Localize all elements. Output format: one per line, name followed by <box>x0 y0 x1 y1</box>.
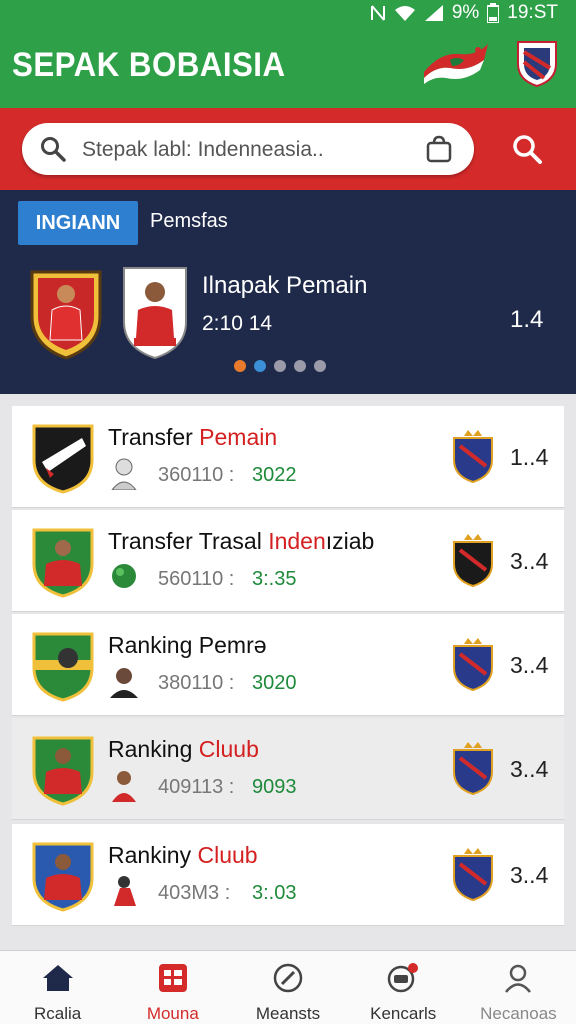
list-item-title: Rankiny Cluub <box>108 842 258 869</box>
notifications-icon <box>387 963 419 998</box>
featured-banner[interactable]: INGIANN Pemsfas Ilnapak Pemain 2:10 14 1… <box>0 190 576 394</box>
title-text: Rankiny <box>108 842 198 868</box>
list-item[interactable]: Ranking Cluub 409113 : 9093 3..4 <box>12 718 564 820</box>
nfc-icon <box>370 4 386 22</box>
list-item-score: 3..4 <box>510 862 549 888</box>
title-tail: ıziab <box>325 528 375 554</box>
featured-score: 1.4 <box>510 306 544 333</box>
carousel-indicator[interactable] <box>234 360 326 372</box>
player-badge-icon <box>28 266 104 360</box>
grid-icon <box>158 963 188 998</box>
status-bar: 9% 19:ST <box>0 0 576 26</box>
nav-label: Kencarls <box>370 1004 437 1023</box>
search-band: Stepak labl: Indenneasia.. <box>0 108 576 190</box>
clock: 19:ST <box>507 2 558 23</box>
title-highlight: Pemain <box>199 424 278 450</box>
list-item-meta: 403M3 : <box>158 882 231 904</box>
title-highlight: Cluub <box>198 736 259 762</box>
title-highlight: Cluub <box>197 842 258 868</box>
nav-item-kencarls[interactable]: Kencarls <box>346 951 461 1024</box>
list-item-score: 3..4 <box>510 548 549 574</box>
nav-label: Rcalia <box>33 1004 82 1023</box>
list-item-meta: 560110 : <box>158 568 235 590</box>
list-item-value: 3022 <box>252 464 297 486</box>
list-item-title: Transfer Trasal Indenıziab <box>108 528 374 555</box>
title-text: Ranking <box>108 736 199 762</box>
nav-label: Meansts <box>255 1004 321 1023</box>
battery-icon <box>487 3 500 23</box>
profile-icon <box>503 963 533 998</box>
app-title: SEPAK BOBAISIA <box>12 46 286 84</box>
player-badge-icon <box>32 734 94 806</box>
club-crest-icon <box>452 638 494 692</box>
carousel-dot[interactable] <box>314 360 326 372</box>
player-badge-icon <box>32 840 94 912</box>
list-item-score: 1..4 <box>510 444 549 470</box>
bottom-navigation: Rcalia Mouna Meansts Kencarls Necanoas <box>0 950 576 1024</box>
tab-pemsfas[interactable]: Pemsfas <box>150 210 228 233</box>
title-text: Transfer Trasal <box>108 528 269 554</box>
featured-title: Ilnapak Pemain <box>202 272 368 299</box>
featured-time: 2:10 14 <box>202 312 273 335</box>
home-icon <box>41 963 75 998</box>
list-item-score: 3..4 <box>510 756 549 782</box>
list-item-meta: 380110 : <box>158 672 235 694</box>
club-crest-icon <box>452 848 494 902</box>
list-item[interactable]: Transfer Pemain 360110 : 3022 1..4 <box>12 406 564 508</box>
avatar <box>108 664 140 698</box>
list-item-value: 9093 <box>252 776 297 798</box>
list-item-value: 3:.03 <box>252 882 297 904</box>
search-input[interactable]: Stepak labl: Indenneasia.. <box>22 123 474 175</box>
title-highlight: Inden <box>268 528 326 554</box>
flag-logo-icon <box>420 38 492 88</box>
nav-item-necanoas[interactable]: Necanoas <box>461 951 576 1024</box>
carousel-dot[interactable] <box>274 360 286 372</box>
carousel-dot[interactable] <box>254 360 266 372</box>
carousel-dot[interactable] <box>294 360 306 372</box>
avatar <box>108 874 140 908</box>
club-shield-icon[interactable] <box>516 38 558 88</box>
player-badge-icon <box>32 526 94 598</box>
club-badge-icon <box>32 422 94 494</box>
signal-icon <box>424 4 444 22</box>
avatar <box>108 560 140 594</box>
title-text: Ranking Pemrə <box>108 632 267 658</box>
nav-item-rcalia[interactable]: Rcalia <box>0 951 115 1024</box>
search-icon <box>40 136 66 167</box>
list-item-title: Ranking Cluub <box>108 736 259 763</box>
nav-label: Mouna <box>146 1004 199 1023</box>
list-item-meta: 360110 : <box>158 464 235 486</box>
nav-label: Necanoas <box>480 1004 557 1023</box>
club-crest-icon <box>452 742 494 796</box>
list-item[interactable]: Rankiny Cluub 403M3 : 3:.03 3..4 <box>12 824 564 926</box>
club-badge-icon <box>32 630 94 702</box>
list-item-value: 3020 <box>252 672 297 694</box>
avatar <box>108 456 140 491</box>
player-card-icon <box>120 264 190 360</box>
list-item[interactable]: Ranking Pemrə 380110 : 3020 3..4 <box>12 614 564 716</box>
club-crest-icon <box>452 430 494 484</box>
shopping-bag-icon[interactable] <box>426 135 452 168</box>
carousel-dot[interactable] <box>234 360 246 372</box>
battery-percent: 9% <box>451 2 480 23</box>
avatar <box>108 768 140 802</box>
search-placeholder: Stepak labl: Indenneasia.. <box>82 138 324 161</box>
club-crest-icon <box>452 534 494 588</box>
nav-item-mouna[interactable]: Mouna <box>115 951 230 1024</box>
list-item-title: Ranking Pemrə <box>108 632 267 659</box>
tab-ingiann[interactable]: INGIANN <box>18 201 138 245</box>
list-item-meta: 409113 : <box>158 776 235 798</box>
list-item[interactable]: Transfer Trasal Indenıziab 560110 : 3:.3… <box>12 510 564 612</box>
list-item-title: Transfer Pemain <box>108 424 277 451</box>
title-text: Transfer <box>108 424 200 450</box>
nav-item-meansts[interactable]: Meansts <box>230 951 345 1024</box>
app-header: 9% 19:ST SEPAK BOBAISIA <box>0 0 576 108</box>
list-item-score: 3..4 <box>510 652 549 678</box>
search-button[interactable] <box>510 132 544 166</box>
list-item-value: 3:.35 <box>252 568 297 590</box>
wifi-icon <box>394 4 416 22</box>
compass-icon <box>273 963 303 998</box>
